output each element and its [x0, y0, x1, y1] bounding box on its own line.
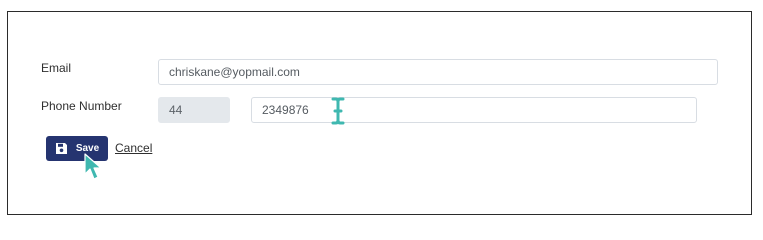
cancel-link[interactable]: Cancel	[115, 141, 152, 155]
email-field[interactable]: chriskane@yopmail.com	[158, 59, 718, 85]
floppy-disk-icon	[55, 142, 68, 155]
phone-number-label: Phone Number	[41, 99, 122, 113]
country-code-field[interactable]: 44	[158, 97, 230, 123]
email-label: Email	[41, 61, 72, 75]
mouse-pointer-icon	[84, 153, 104, 186]
text-cursor-icon	[331, 97, 345, 130]
phone-number-field[interactable]: 2349876	[251, 97, 697, 123]
